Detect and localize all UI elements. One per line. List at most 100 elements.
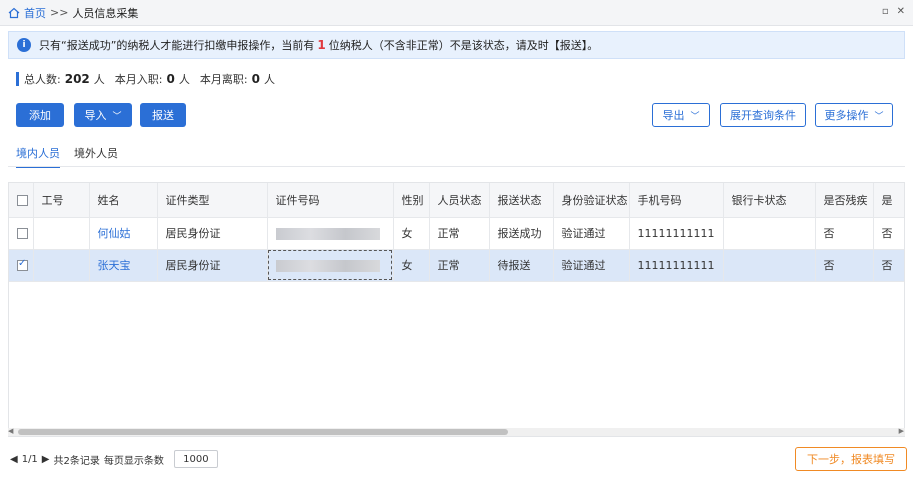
chevron-down-icon: ﹀ — [874, 111, 884, 122]
notice-text-before: 只有“报送成功”的纳税人才能进行扣缴申报操作，当前有 — [39, 39, 315, 52]
breadcrumb-home-link[interactable]: 首页 — [24, 5, 46, 21]
total-label: 总人数: — [24, 73, 61, 86]
import-button[interactable]: 导入 ﹀ — [74, 103, 132, 127]
restore-icon[interactable]: ▫ — [882, 6, 889, 17]
header-gender[interactable]: 性别 — [393, 183, 430, 218]
emp-no-cell — [33, 217, 90, 250]
notice-text-after: 位纳税人（不含非正常）不是该状态，请及时【报送】。 — [328, 39, 599, 52]
person-status-cell: 正常 — [429, 249, 490, 282]
page-indicator: 1/1 — [21, 453, 38, 465]
disabled-cell: 否 — [815, 217, 874, 250]
window-controls: ▫ ✕ — [882, 6, 905, 17]
submit-status-cell: 报送成功 — [489, 217, 554, 250]
hired-label: 本月入职: — [114, 73, 163, 86]
per-page-input[interactable]: 1000 — [173, 450, 218, 468]
next-step-label: 下一步，报表填写 — [807, 453, 895, 466]
tab-domestic[interactable]: 境内人员 — [16, 145, 60, 168]
header-id-number[interactable]: 证件号码 — [267, 183, 394, 218]
header-bank-status[interactable]: 银行卡状态 — [723, 183, 816, 218]
scroll-right-icon[interactable]: ▶ — [899, 427, 904, 435]
notice-banner: i 只有“报送成功”的纳税人才能进行扣缴申报操作，当前有 1 位纳税人（不含非正… — [8, 31, 905, 59]
chevron-down-icon: ﹀ — [112, 111, 122, 122]
notice-count: 1 — [317, 38, 326, 52]
person-tabs: 境内人员 境外人员 — [16, 145, 118, 168]
header-person-status[interactable]: 人员状态 — [429, 183, 490, 218]
add-button-label: 添加 — [29, 109, 51, 122]
redacted-id-number — [275, 227, 380, 240]
row-select-cell[interactable] — [9, 217, 34, 250]
per-page-label: 每页显示条数 — [103, 455, 164, 467]
row-checkbox[interactable] — [17, 228, 28, 239]
select-all-checkbox[interactable] — [17, 194, 28, 206]
extra-cell: 否 — [873, 217, 904, 250]
scrollbar-thumb[interactable] — [18, 429, 508, 435]
header-extra[interactable]: 是 — [873, 183, 904, 218]
verify-status-cell: 验证通过 — [553, 217, 630, 250]
submit-status-cell: 待报送 — [489, 249, 554, 282]
header-phone[interactable]: 手机号码 — [629, 183, 724, 218]
stats-accent-bar — [16, 72, 19, 86]
scroll-left-icon[interactable]: ◀ — [8, 427, 13, 435]
row-select-cell[interactable] — [9, 249, 34, 282]
more-actions-button[interactable]: 更多操作 ﹀ — [815, 103, 893, 127]
expand-query-label: 展开查询条件 — [730, 109, 796, 122]
verify-status-cell: 验证通过 — [553, 249, 630, 282]
header-name[interactable]: 姓名 — [89, 183, 158, 218]
expand-query-button[interactable]: 展开查询条件 — [720, 103, 806, 127]
next-step-button[interactable]: 下一步，报表填写 — [795, 447, 907, 471]
prev-page-icon[interactable]: ◀ — [10, 454, 18, 465]
header-disabled[interactable]: 是否残疾 — [815, 183, 874, 218]
home-icon[interactable] — [8, 7, 20, 19]
hired-unit: 人 — [178, 73, 190, 86]
left-label: 本月离职: — [199, 73, 248, 86]
stats-summary: 总人数: 202 人 本月入职: 0 人 本月离职: 0 人 — [16, 71, 285, 87]
close-icon[interactable]: ✕ — [897, 6, 905, 17]
redacted-id-number — [275, 259, 380, 272]
left-value: 0 — [251, 72, 260, 86]
total-value: 202 — [64, 72, 90, 86]
id-type-cell: 居民身份证 — [157, 249, 268, 282]
id-number-cell — [267, 249, 394, 282]
more-actions-label: 更多操作 — [824, 109, 869, 122]
person-name-link[interactable]: 何仙姑 — [98, 227, 131, 240]
title-bar: 首页 >> 人员信息采集 ▫ ✕ — [0, 0, 913, 26]
emp-no-cell — [33, 249, 90, 282]
header-submit-status[interactable]: 报送状态 — [489, 183, 554, 218]
submit-button-label: 报送 — [152, 109, 174, 122]
person-name-link[interactable]: 张天宝 — [98, 259, 131, 272]
header-select-all[interactable] — [9, 183, 34, 218]
table-row[interactable]: 何仙姑 居民身份证 女 正常 报送成功 验证通过 11111111111 否 否 — [9, 217, 904, 250]
next-page-icon[interactable]: ▶ — [42, 454, 50, 465]
breadcrumb-current: 人员信息采集 — [72, 6, 139, 20]
add-button[interactable]: 添加 — [16, 103, 64, 127]
header-emp-no[interactable]: 工号 — [33, 183, 90, 218]
table-header-row: 工号 姓名 证件类型 证件号码 性别 人员状态 报送状态 身份验证状态 手机号码… — [9, 183, 904, 218]
row-checkbox[interactable] — [17, 258, 28, 271]
id-type-cell: 居民身份证 — [157, 217, 268, 250]
person-table: 工号 姓名 证件类型 证件号码 性别 人员状态 报送状态 身份验证状态 手机号码… — [8, 182, 905, 437]
export-button-label: 导出 — [662, 109, 685, 122]
left-unit: 人 — [263, 73, 275, 86]
table-row[interactable]: 张天宝 居民身份证 女 正常 待报送 验证通过 11111111111 否 否 — [9, 249, 904, 282]
disabled-cell: 否 — [815, 249, 874, 282]
tab-divider — [8, 166, 905, 167]
header-verify-status[interactable]: 身份验证状态 — [553, 183, 630, 218]
breadcrumb-separator: >> — [50, 6, 69, 19]
submit-button[interactable]: 报送 — [140, 103, 186, 127]
tab-foreign[interactable]: 境外人员 — [74, 145, 118, 168]
id-number-cell — [267, 217, 394, 250]
person-status-cell: 正常 — [429, 217, 490, 250]
bank-status-cell — [723, 217, 816, 250]
export-button[interactable]: 导出 ﹀ — [652, 103, 710, 127]
record-count: 共2条记录 — [53, 455, 100, 467]
gender-cell: 女 — [393, 249, 430, 282]
chevron-down-icon: ﹀ — [690, 111, 700, 122]
gender-cell: 女 — [393, 217, 430, 250]
name-cell: 张天宝 — [89, 249, 158, 282]
info-icon: i — [17, 38, 31, 52]
bank-status-cell — [723, 249, 816, 282]
phone-cell: 11111111111 — [629, 249, 724, 282]
pagination: ◀ 1/1 ▶ 共2条记录 每页显示条数 1000 — [10, 450, 218, 468]
horizontal-scrollbar[interactable]: ◀ ▶ — [8, 427, 905, 436]
header-id-type[interactable]: 证件类型 — [157, 183, 268, 218]
